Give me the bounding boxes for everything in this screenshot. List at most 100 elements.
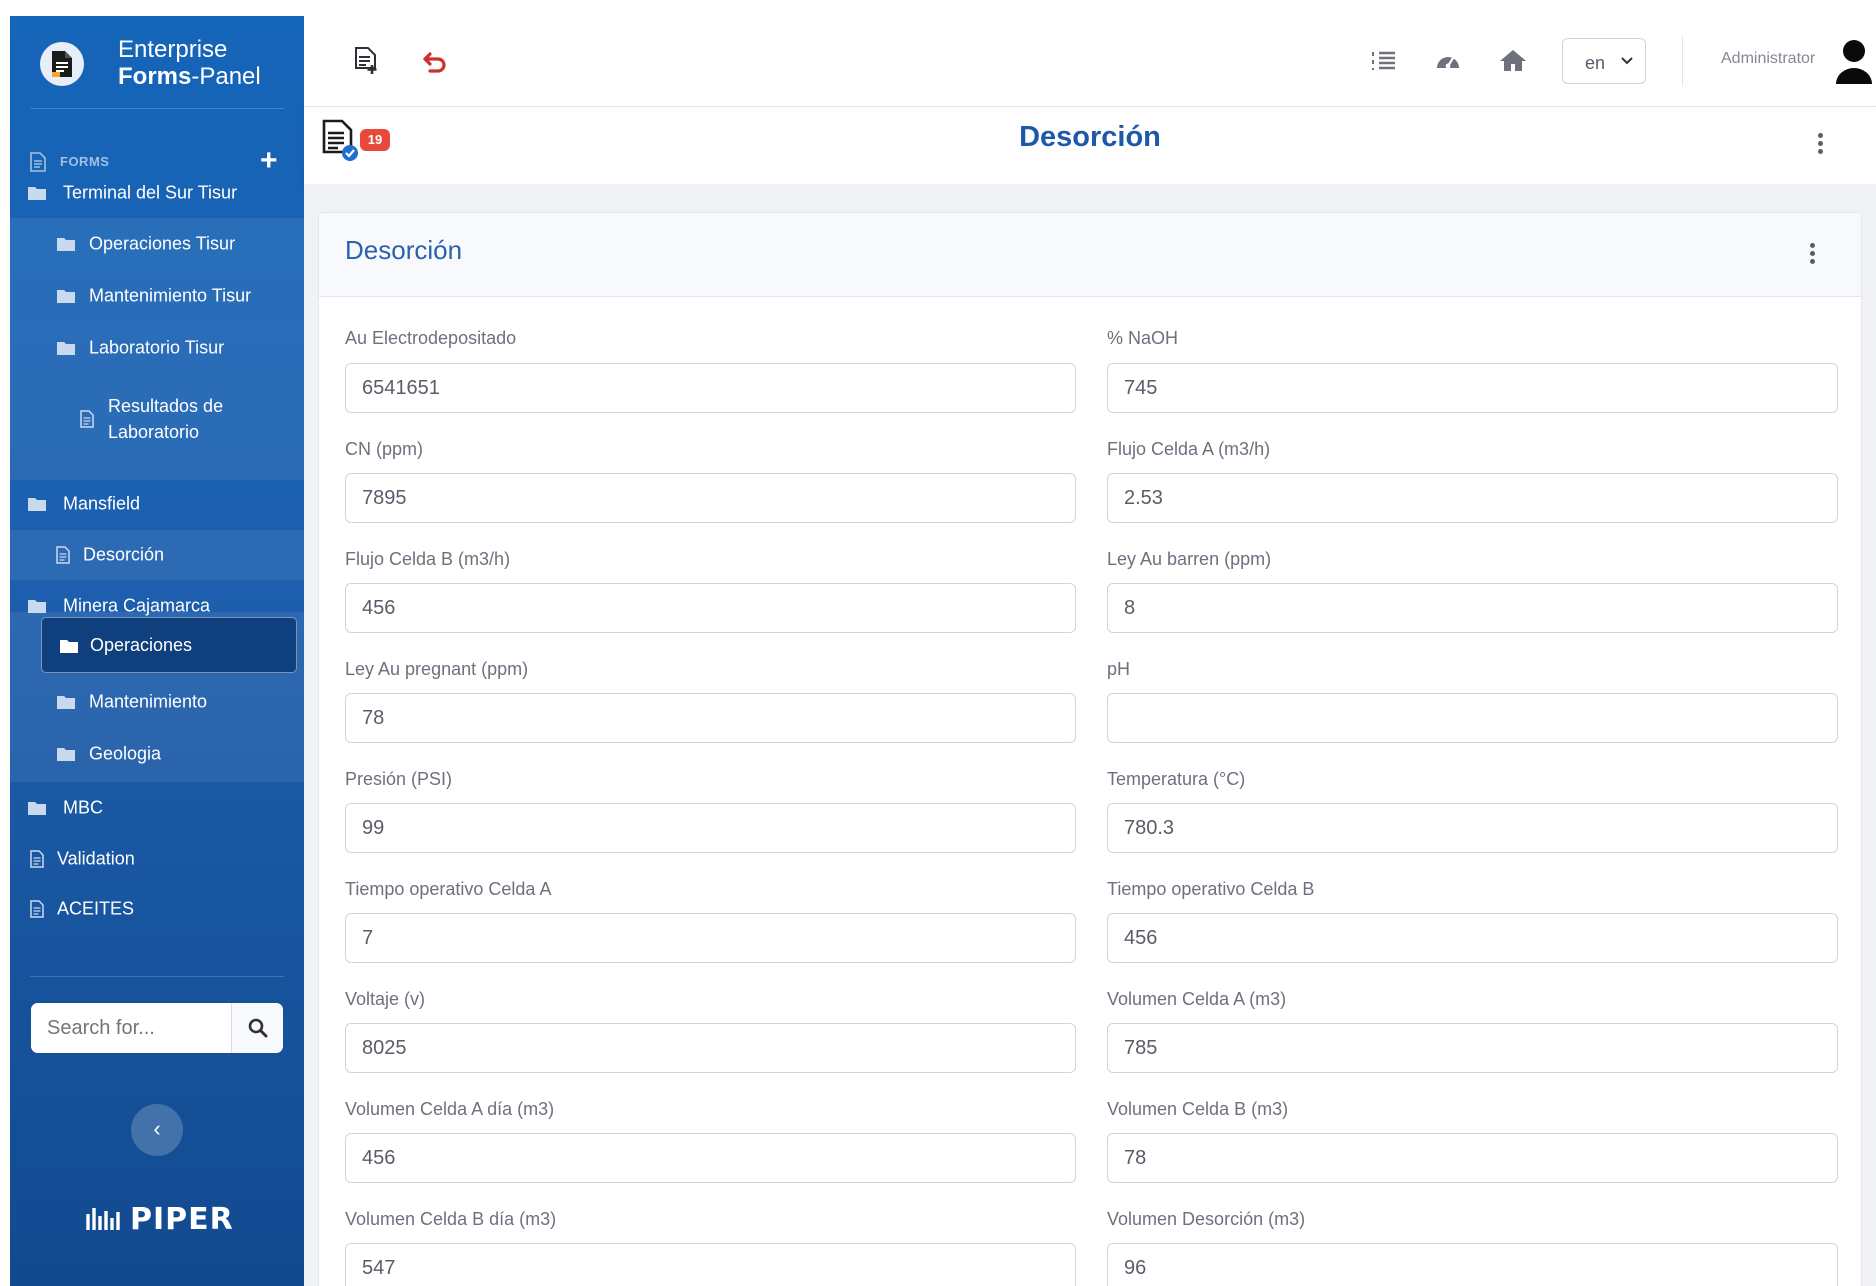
voltaje-input[interactable] xyxy=(345,1023,1076,1073)
user-icon[interactable] xyxy=(1834,38,1874,86)
sidebar-item-mantenimiento[interactable]: Mantenimiento xyxy=(10,676,304,728)
sidebar-item-label-line2: Laboratorio xyxy=(108,422,200,442)
presion-psi-input[interactable] xyxy=(345,803,1076,853)
form-card: Desorción Au Electrodepositado % NaOH CN… xyxy=(318,212,1862,1286)
sidebar-item-label: Desorción xyxy=(83,544,165,565)
brand-title: Enterprise Forms-Panel xyxy=(118,36,261,90)
field-label: CN (ppm) xyxy=(345,439,424,459)
temperatura-input[interactable] xyxy=(1107,803,1838,853)
field-label: Temperatura (°C) xyxy=(1107,769,1246,789)
sidebar-item-terminal-del-sur-tisur[interactable]: Terminal del Sur Tisur xyxy=(10,168,304,218)
sidebar-item-label: MBC xyxy=(63,797,103,818)
document-icon xyxy=(30,850,44,868)
field-label: Voltaje (v) xyxy=(345,989,426,1009)
ley-au-barren-input[interactable] xyxy=(1107,583,1838,633)
sidebar-item-mbc[interactable]: MBC xyxy=(10,782,304,834)
language-select[interactable]: en xyxy=(1562,38,1646,84)
folder-icon xyxy=(57,290,75,303)
home-icon[interactable] xyxy=(1499,48,1527,72)
search-icon xyxy=(248,1018,268,1038)
sidebar-item-resultados-de-laboratorio[interactable]: Resultados de Laboratorio xyxy=(10,376,304,462)
field-label: Flujo Celda B (m3/h) xyxy=(345,549,511,569)
forms-header-label: FORMS xyxy=(60,154,110,169)
naoh-input[interactable] xyxy=(1107,363,1838,413)
au-electrodepositado-input[interactable] xyxy=(345,363,1076,413)
page-title: Desorción xyxy=(1019,121,1161,153)
search-button[interactable] xyxy=(231,1003,283,1053)
field-label: Volumen Celda B día (m3) xyxy=(345,1209,557,1229)
sidebar: Enterprise Forms-Panel FORMS + Terminal … xyxy=(10,16,304,1286)
topbar-divider xyxy=(1682,36,1683,86)
volumen-celda-a-input[interactable] xyxy=(1107,1023,1838,1073)
folder-icon xyxy=(60,640,78,653)
sidebar-item-label: Mansfield xyxy=(63,493,141,514)
brand-line1: Enterprise xyxy=(118,36,228,63)
cn-ppm-input[interactable] xyxy=(345,473,1076,523)
volumen-desorcion-input[interactable] xyxy=(1107,1243,1838,1286)
piper-logo-icon xyxy=(86,1208,120,1230)
sidebar-item-label-line1: Resultados de xyxy=(108,396,224,416)
divider xyxy=(30,976,284,977)
ley-au-pregnant-input[interactable] xyxy=(345,693,1076,743)
field-label: Volumen Celda B (m3) xyxy=(1107,1099,1289,1119)
chevron-down-icon xyxy=(1621,57,1633,65)
piper-logo-text: PIPER xyxy=(130,1202,234,1237)
kebab-menu-icon[interactable] xyxy=(1810,243,1815,267)
field-label: % NaOH xyxy=(1107,328,1179,348)
volumen-celda-b-dia-input[interactable] xyxy=(345,1243,1076,1286)
folder-icon xyxy=(57,342,75,355)
flujo-celda-a-input[interactable] xyxy=(1107,473,1838,523)
brand[interactable]: Enterprise Forms-Panel xyxy=(10,16,304,108)
card-header: Desorción xyxy=(319,213,1861,297)
sidebar-item-desorcion[interactable]: Desorción xyxy=(10,530,304,580)
sidebar-item-label: Operaciones xyxy=(90,635,193,655)
sidebar-item-label: Geologia xyxy=(89,743,162,764)
sidebar-toggle-button[interactable]: ‹ xyxy=(131,1104,183,1156)
folder-icon xyxy=(28,187,46,200)
field-label: Flujo Celda A (m3/h) xyxy=(1107,439,1271,459)
sidebar-item-mantenimiento-tisur[interactable]: Mantenimiento Tisur xyxy=(10,270,304,322)
volumen-celda-a-dia-input[interactable] xyxy=(345,1133,1076,1183)
field-label: pH xyxy=(1107,659,1131,679)
ph-input[interactable] xyxy=(1107,693,1838,743)
field-label: Au Electrodepositado xyxy=(345,328,517,348)
sidebar-item-laboratorio-tisur[interactable]: Laboratorio Tisur xyxy=(10,322,304,374)
tiempo-operativo-celda-b-input[interactable] xyxy=(1107,913,1838,963)
search-input[interactable] xyxy=(31,1003,231,1053)
folder-icon xyxy=(28,600,46,613)
user-name[interactable]: Administrator xyxy=(1721,50,1815,68)
folder-icon xyxy=(57,238,75,251)
sidebar-item-aceites[interactable]: ACEITES xyxy=(10,884,304,934)
field-label: Ley Au barren (ppm) xyxy=(1107,549,1272,569)
kebab-menu-icon[interactable] xyxy=(1818,133,1823,157)
sidebar-item-operaciones-tisur[interactable]: Operaciones Tisur xyxy=(10,218,304,270)
sidebar-item-geologia[interactable]: Geologia xyxy=(10,728,304,780)
field-label: Volumen Celda A (m3) xyxy=(1107,989,1287,1009)
flujo-celda-b-input[interactable] xyxy=(345,583,1076,633)
tiempo-operativo-celda-a-input[interactable] xyxy=(345,913,1076,963)
sidebar-item-label: Mantenimiento Tisur xyxy=(89,285,252,306)
field-label: Volumen Celda A día (m3) xyxy=(345,1099,555,1119)
folder-icon xyxy=(28,802,46,815)
app-window: Enterprise Forms-Panel FORMS + Terminal … xyxy=(0,0,1876,1286)
field-label: Ley Au pregnant (ppm) xyxy=(345,659,529,679)
volumen-celda-b-input[interactable] xyxy=(1107,1133,1838,1183)
sidebar-item-operaciones[interactable]: Operaciones xyxy=(41,617,297,673)
sidebar-item-label: Validation xyxy=(57,848,135,869)
folder-icon xyxy=(28,498,46,511)
field-label: Tiempo operativo Celda A xyxy=(345,879,552,899)
topbar: en Administrator xyxy=(304,16,1876,106)
sidebar-item-label: Resultados de Laboratorio xyxy=(108,393,223,445)
list-icon[interactable] xyxy=(1371,50,1395,72)
sidebar-item-validation[interactable]: Validation xyxy=(10,834,304,884)
document-icon xyxy=(30,900,44,918)
language-select-value: en xyxy=(1585,53,1606,73)
sidebar-item-label: ACEITES xyxy=(57,898,135,919)
new-document-icon[interactable] xyxy=(354,47,378,75)
sidebar-item-mansfield[interactable]: Mansfield xyxy=(10,478,304,530)
undo-icon[interactable] xyxy=(422,51,448,73)
dashboard-icon[interactable] xyxy=(1435,50,1461,72)
brand-line2-rest: -Panel xyxy=(191,63,261,90)
card-title: Desorción xyxy=(345,235,463,265)
field-label: Presión (PSI) xyxy=(345,769,453,789)
